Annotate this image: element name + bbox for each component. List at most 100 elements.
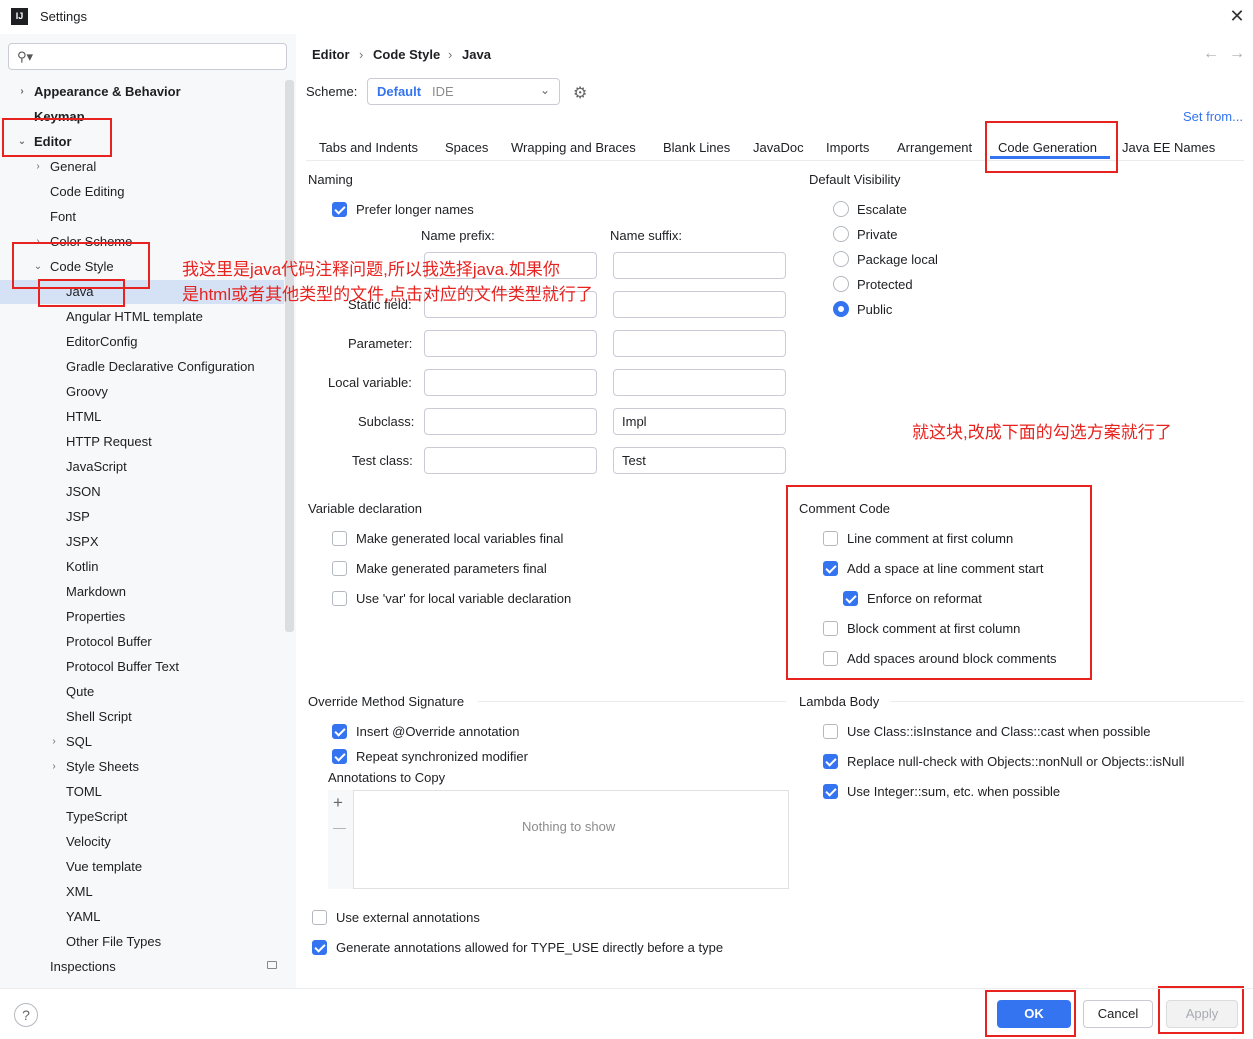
back-arrow-icon[interactable]: ← [1203,45,1219,63]
external-annotations-checkbox[interactable] [312,910,327,925]
intellij-logo-icon: IJ [11,8,28,25]
sidebar-item-inspections[interactable]: Inspections [50,955,116,979]
add-icon[interactable]: + [333,793,343,813]
tab-javadoc[interactable]: JavaDoc [753,140,804,155]
sidebar-item-kotlin[interactable]: Kotlin [66,555,99,579]
sidebar-item-xml[interactable]: XML [66,880,93,904]
sidebar-item-qute[interactable]: Qute [66,680,94,704]
sidebar-item-style-sheets[interactable]: › Style Sheets [52,755,139,779]
apply-button[interactable]: Apply [1166,1000,1238,1028]
subclass-prefix-input[interactable] [424,408,597,435]
local-variable-prefix-input[interactable] [424,369,597,396]
test-class-prefix-input[interactable] [424,447,597,474]
insert-override-label: Insert @Override annotation [356,724,520,739]
field-suffix-input[interactable] [613,252,786,279]
sidebar-item-javascript[interactable]: JavaScript [66,455,127,479]
sidebar-item-sql[interactable]: › SQL [52,730,92,754]
visibility-public-radio[interactable] [833,301,849,317]
type-use-checkbox[interactable] [312,940,327,955]
isinstance-label: Use Class::isInstance and Class::cast wh… [847,724,1151,739]
sidebar-item-http-request[interactable]: HTTP Request [66,430,152,454]
isinstance-checkbox[interactable] [823,724,838,739]
sidebar-item-typescript[interactable]: TypeScript [66,805,127,829]
final-params-checkbox[interactable] [332,561,347,576]
sidebar-item-markdown[interactable]: Markdown [66,580,126,604]
footer-divider [0,988,1253,989]
sidebar-item-properties[interactable]: Properties [66,605,125,629]
sidebar-item-editorconfig[interactable]: EditorConfig [66,330,138,354]
tab-arrangement[interactable]: Arrangement [897,140,972,155]
annotation-box-code-generation [985,121,1118,173]
visibility-package-local-radio[interactable] [833,251,849,267]
parameter-prefix-input[interactable] [424,330,597,357]
sidebar-item-shell-script[interactable]: Shell Script [66,705,132,729]
scheme-dropdown[interactable]: Default IDE ⌄ [367,78,560,105]
sidebar-item-velocity[interactable]: Velocity [66,830,111,854]
static-field-suffix-input[interactable] [613,291,786,318]
empty-list-text: Nothing to show [522,819,616,834]
sidebar-item-groovy[interactable]: Groovy [66,380,108,404]
tab-tabs-and-indents[interactable]: Tabs and Indents [319,140,418,155]
sidebar-item-appearance[interactable]: › Appearance & Behavior [20,80,180,104]
close-icon[interactable]: ✕ [1226,5,1248,27]
tab-blank-lines[interactable]: Blank Lines [663,140,730,155]
cancel-button[interactable]: Cancel [1083,1000,1153,1028]
sidebar-scrollbar[interactable] [285,80,294,632]
window-title: Settings [40,9,87,24]
breadcrumb-code-style[interactable]: Code Style [373,47,440,62]
help-icon[interactable]: ? [14,1003,38,1027]
collapse-icon[interactable] [267,961,277,969]
annotations-list[interactable] [328,790,789,889]
sidebar-item-vue-template[interactable]: Vue template [66,855,142,879]
chevron-right-icon: › [20,86,24,97]
set-from-link[interactable]: Set from... [1183,109,1243,124]
final-locals-checkbox[interactable] [332,531,347,546]
sidebar-item-html[interactable]: HTML [66,405,101,429]
insert-override-checkbox[interactable] [332,724,347,739]
sidebar-item-json[interactable]: JSON [66,480,101,504]
visibility-private-radio[interactable] [833,226,849,242]
search-icon: ⚲▾ [17,49,34,64]
visibility-escalate-radio[interactable] [833,201,849,217]
sidebar-item-general[interactable]: › General [36,155,96,179]
sidebar-item-other-file-types[interactable]: Other File Types [66,930,161,954]
prefer-longer-checkbox[interactable] [332,202,347,217]
tab-wrapping-and-braces[interactable]: Wrapping and Braces [511,140,636,155]
repeat-synchronized-checkbox[interactable] [332,749,347,764]
tab-java-ee-names[interactable]: Java EE Names [1122,140,1215,155]
parameter-suffix-input[interactable] [613,330,786,357]
sidebar-item-jspx[interactable]: JSPX [66,530,99,554]
breadcrumb-editor[interactable]: Editor [312,47,350,62]
annotation-box-java [38,279,125,307]
sidebar-item-protocol-buffer-text[interactable]: Protocol Buffer Text [66,655,179,679]
suffix-header: Name suffix: [610,228,683,243]
override-title: Override Method Signature [308,694,465,709]
sidebar-item-angular[interactable]: Angular HTML template [66,305,203,329]
visibility-package-local-label: Package local [857,252,938,267]
search-input[interactable]: ⚲▾ [8,43,287,70]
chevron-right-icon: › [52,736,56,747]
forward-arrow-icon[interactable]: → [1229,45,1245,63]
subclass-suffix-input[interactable]: Impl [613,408,786,435]
null-check-checkbox[interactable] [823,754,838,769]
ok-button[interactable]: OK [997,1000,1071,1028]
sidebar-item-code-editing[interactable]: Code Editing [50,180,124,204]
prefix-header: Name prefix: [421,228,495,243]
integer-sum-checkbox[interactable] [823,784,838,799]
override-divider [478,701,786,702]
sidebar-item-protocol-buffer[interactable]: Protocol Buffer [66,630,152,654]
test-class-suffix-input[interactable]: Test [613,447,786,474]
visibility-protected-radio[interactable] [833,276,849,292]
local-variable-suffix-input[interactable] [613,369,786,396]
sidebar-item-gradle[interactable]: Gradle Declarative Configuration [66,355,255,379]
tab-spaces[interactable]: Spaces [445,140,488,155]
variable-decl-title: Variable declaration [308,501,422,516]
sidebar-item-font[interactable]: Font [50,205,76,229]
test-class-label: Test class: [352,453,413,468]
gear-icon[interactable]: ⚙ [573,83,587,103]
sidebar-item-yaml[interactable]: YAML [66,905,100,929]
use-var-checkbox[interactable] [332,591,347,606]
tab-imports[interactable]: Imports [826,140,869,155]
sidebar-item-jsp[interactable]: JSP [66,505,90,529]
sidebar-item-toml[interactable]: TOML [66,780,102,804]
